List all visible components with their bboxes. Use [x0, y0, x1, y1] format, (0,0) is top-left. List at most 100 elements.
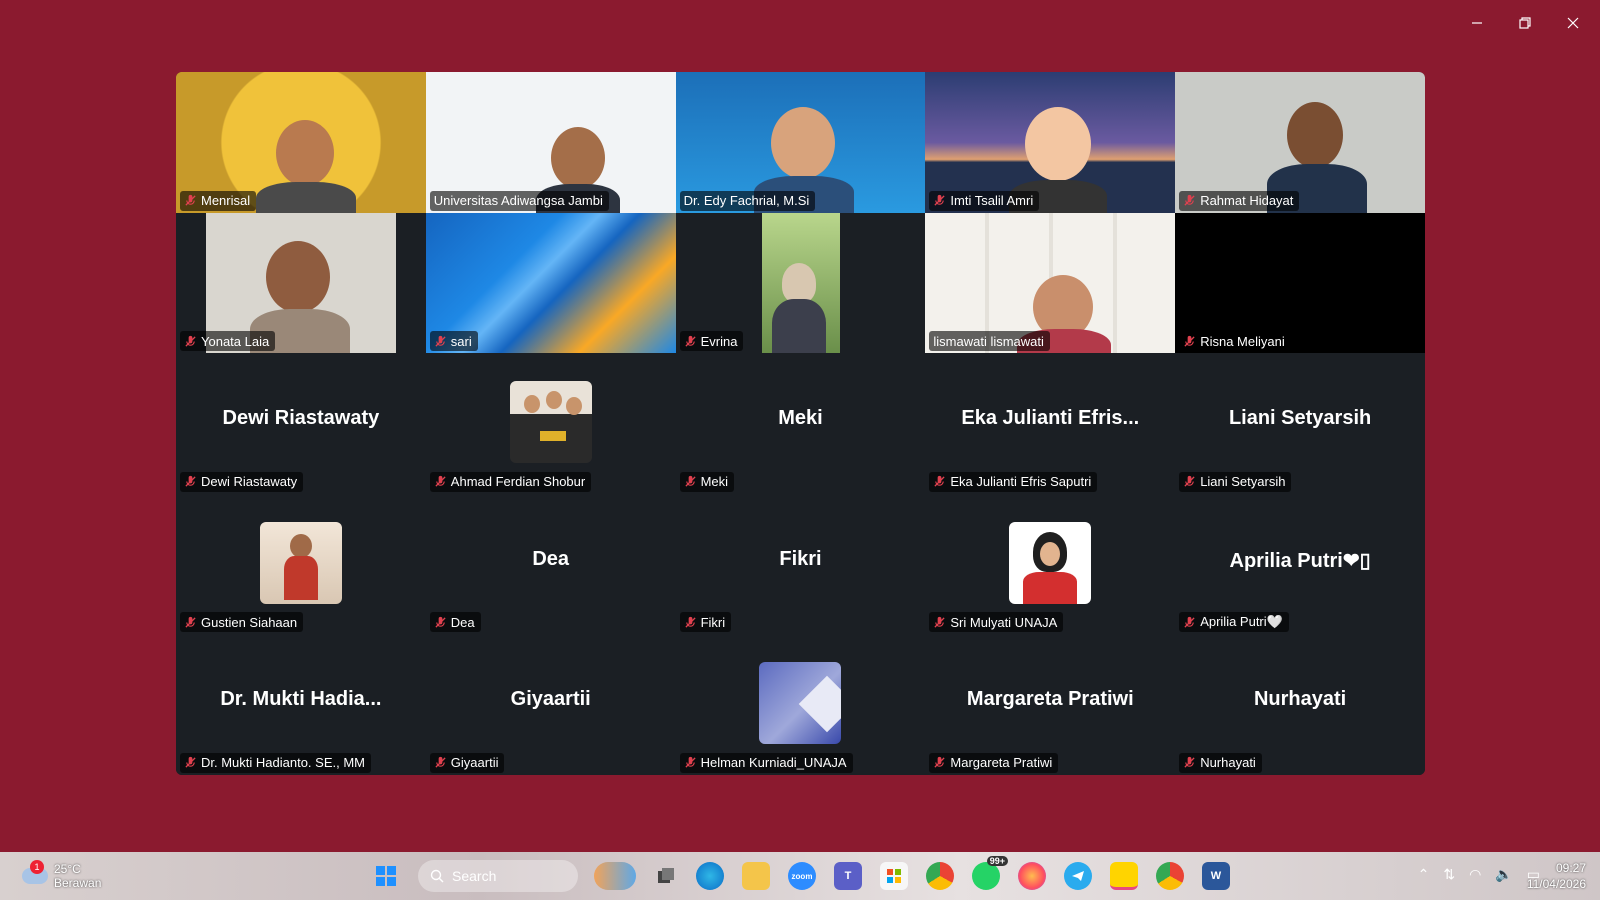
- participant-tile[interactable]: Universitas Adiwangsa Jambi: [425, 72, 676, 213]
- store-glyph: [887, 869, 901, 883]
- participant-avatar: [509, 381, 592, 464]
- weather-description: Berawan: [54, 876, 102, 890]
- participant-tile[interactable]: Dea Dea: [425, 493, 676, 635]
- participant-name-tag: Margareta Pratiwi: [929, 752, 1059, 773]
- windows-logo-icon: [376, 866, 396, 886]
- participant-name: Gustien Siahaan: [201, 614, 298, 630]
- participant-name: Giyaartii: [450, 755, 499, 771]
- participant-tile[interactable]: Rahmat Hidayat: [1175, 72, 1425, 213]
- participant-name-tag: Menrisal: [180, 190, 257, 211]
- teams-icon[interactable]: T: [834, 862, 862, 890]
- muted-mic-icon: [185, 195, 196, 206]
- volume-icon[interactable]: 🔈: [1495, 866, 1512, 883]
- participant-name-tag: Ahmad Ferdian Shobur: [429, 471, 592, 492]
- microsoft-store-icon[interactable]: [880, 862, 908, 890]
- participant-name-tag: Nurhayati: [1179, 752, 1262, 773]
- participant-name-tag: Liani Setyarsih: [1179, 471, 1292, 492]
- participant-tile[interactable]: Helman Kurniadi_UNAJA: [675, 634, 926, 775]
- participant-tile[interactable]: lismawati lismawati: [925, 212, 1176, 354]
- participant-tile[interactable]: Risna Meliyani: [1175, 212, 1425, 354]
- chrome-icon[interactable]: [926, 862, 954, 890]
- participant-tile[interactable]: Menrisal: [176, 72, 426, 213]
- muted-mic-icon: [435, 335, 446, 347]
- participant-tile[interactable]: Giyaartii Giyaartii: [425, 634, 676, 775]
- participant-display-name: Liani Setyarsih: [1228, 407, 1372, 430]
- participant-display-name: Aprilia Putri❤▯: [1229, 549, 1371, 572]
- zoom-app-icon[interactable]: zoom: [788, 862, 816, 890]
- participant-tile[interactable]: Dr. Mukti Hadia... Dr. Mukti Hadianto. S…: [176, 634, 426, 775]
- participant-tile[interactable]: Ahmad Ferdian Shobur: [425, 353, 676, 494]
- window-controls: [1468, 10, 1582, 36]
- participant-name-tag: Risna Meliyani: [1179, 331, 1291, 352]
- gallery-row: Yonata Laia sari Evrina lismawati lismaw…: [176, 212, 1425, 354]
- participant-name: Eka Julianti Efris Saputri: [950, 474, 1092, 490]
- participant-name: Dr. Edy Fachrial, M.Si: [683, 193, 810, 209]
- participant-tile[interactable]: Nurhayati Nurhayati: [1175, 634, 1425, 775]
- participant-name: Sri Mulyati UNAJA: [950, 614, 1058, 630]
- participant-name: Menrisal: [201, 193, 251, 209]
- participant-name-tag: Aprilia Putri🤍: [1179, 612, 1289, 633]
- minimize-button[interactable]: [1468, 10, 1486, 36]
- muted-mic-icon: [1184, 757, 1195, 769]
- participant-tile[interactable]: Yonata Laia: [176, 212, 426, 354]
- participant-tile[interactable]: Sri Mulyati UNAJA: [925, 493, 1176, 635]
- taskbar-clock[interactable]: 09:27 11/04/2026: [1527, 860, 1586, 892]
- participant-display-name: Margareta Pratiwi: [966, 688, 1134, 711]
- close-button[interactable]: [1564, 10, 1582, 36]
- participant-name: Ahmad Ferdian Shobur: [450, 474, 586, 490]
- edge-browser-icon[interactable]: [696, 862, 724, 890]
- participant-name-tag: Imti Tsalil Amri: [929, 190, 1040, 211]
- firefox-icon[interactable]: [1018, 862, 1046, 890]
- participant-name-tag: Gustien Siahaan: [180, 612, 304, 633]
- taskbar-search-box[interactable]: Search: [418, 860, 578, 892]
- participant-name: Rahmat Hidayat: [1200, 193, 1294, 209]
- weather-widget[interactable]: 25°C Berawan: [54, 862, 101, 890]
- participant-tile[interactable]: Aprilia Putri❤▯ Aprilia Putri🤍: [1175, 493, 1425, 635]
- copilot-icon[interactable]: [594, 862, 636, 890]
- muted-mic-icon: [185, 335, 196, 347]
- chrome-profile-icon[interactable]: [1156, 862, 1184, 890]
- participant-tile[interactable]: Liani Setyarsih Liani Setyarsih: [1175, 353, 1425, 494]
- muted-mic-icon: [934, 195, 945, 206]
- word-icon[interactable]: W: [1202, 862, 1230, 890]
- whatsapp-icon[interactable]: 99+: [972, 856, 1008, 890]
- task-view-icon[interactable]: [652, 862, 680, 890]
- participant-tile[interactable]: sari: [425, 212, 676, 354]
- participant-tile[interactable]: Margareta Pratiwi Margareta Pratiwi: [925, 634, 1176, 775]
- wifi-icon[interactable]: ◠: [1469, 866, 1481, 883]
- muted-mic-icon: [1184, 616, 1195, 628]
- muted-mic-icon: [185, 757, 196, 769]
- muted-mic-icon: [934, 757, 945, 769]
- participant-name-tag: Meki: [679, 471, 735, 492]
- file-explorer-icon[interactable]: [742, 862, 770, 890]
- participant-name: Dr. Mukti Hadianto. SE., MM: [201, 755, 365, 771]
- participant-tile[interactable]: Eka Julianti Efris... Eka Julianti Efris…: [925, 353, 1176, 494]
- participant-tile[interactable]: Meki Meki: [675, 353, 926, 494]
- clock-time: 09:27: [1555, 861, 1586, 875]
- start-button[interactable]: [372, 862, 400, 890]
- participant-tile-active-speaker[interactable]: Dr. Edy Fachrial, M.Si: [675, 72, 926, 213]
- participant-tile[interactable]: Imti Tsalil Amri: [925, 72, 1176, 213]
- participant-tile[interactable]: Fikri Fikri: [675, 493, 926, 635]
- task-view-glyph: [658, 868, 674, 883]
- participant-name: Imti Tsalil Amri: [950, 193, 1034, 209]
- network-activity-icon[interactable]: ⇅: [1443, 866, 1455, 883]
- participant-display-name: Dr. Mukti Hadia...: [220, 688, 382, 711]
- muted-mic-icon: [185, 616, 196, 628]
- gallery-row: Gustien Siahaan Dea Dea Fikri Fikri Sri …: [176, 493, 1425, 635]
- whatsapp-unread-badge: 99+: [986, 856, 1008, 866]
- participant-tile[interactable]: Dewi Riastawaty Dewi Riastawaty: [176, 353, 426, 494]
- chevron-up-icon[interactable]: ⌃: [1418, 866, 1430, 883]
- participant-tile[interactable]: Gustien Siahaan: [176, 493, 426, 635]
- sticky-notes-icon[interactable]: [1110, 862, 1138, 890]
- telegram-icon[interactable]: [1064, 862, 1092, 890]
- windows-taskbar: 1 25°C Berawan Search zoom T 99+ W ⌃ ⇅ ◠…: [0, 852, 1600, 900]
- participant-avatar: [1009, 521, 1092, 604]
- participant-tile[interactable]: Evrina: [675, 212, 926, 354]
- participant-name-tag: Sri Mulyati UNAJA: [929, 612, 1064, 633]
- participant-name: sari: [450, 333, 472, 349]
- restore-icon: [1519, 17, 1531, 29]
- restore-button[interactable]: [1516, 10, 1534, 36]
- gallery-row: Menrisal Universitas Adiwangsa Jambi Dr.…: [176, 72, 1425, 213]
- participant-name-tag: lismawati lismawati: [929, 331, 1050, 352]
